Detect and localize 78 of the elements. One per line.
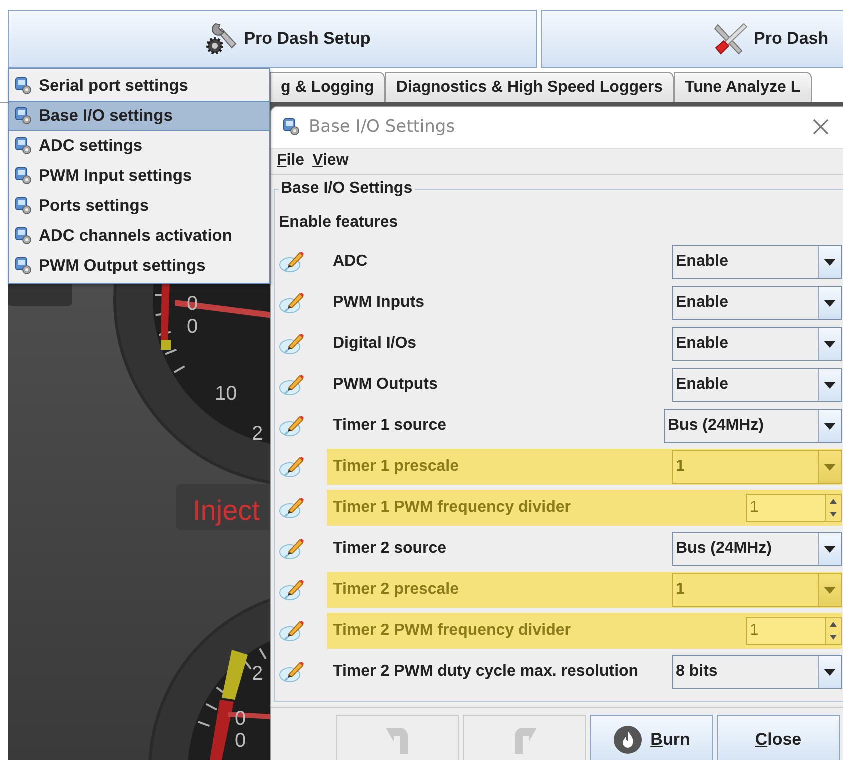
wrench-screwdriver-icon [712,21,750,57]
pencil-bubble-icon [279,373,305,397]
menu-item[interactable]: ADC settings [9,131,269,161]
dropdown[interactable]: Enable [672,327,842,361]
tab[interactable]: Diagnostics & High Speed Loggers [385,72,674,102]
pencil-bubble-icon [279,619,305,643]
burn-button[interactable]: Burn [590,715,713,760]
dropdown-arrow-icon [824,422,836,430]
settings-window-icon [15,167,33,185]
tab[interactable]: g & Logging [270,72,386,102]
menu-item[interactable]: Base I/O settings [9,101,269,131]
dropdown[interactable]: 8 bits [672,655,842,689]
setting-label: Timer 2 PWM duty cycle max. resolution [333,663,640,681]
spinner-field[interactable]: 1 [746,617,842,645]
window-title: Base I/O Settings [309,117,456,138]
settings-window-icon [15,107,33,125]
toolbar-button[interactable]: Pro Dash [541,10,843,68]
gauge-label: 10 [215,383,238,405]
settings-window-icon [15,137,33,155]
close-button[interactable]: Close [717,715,840,760]
settings-window-icon [283,118,301,136]
dropdown-arrow-icon [824,258,836,266]
menu-item[interactable]: File [277,152,305,170]
dropdown[interactable]: Enable [672,286,842,320]
dropdown[interactable]: Enable [672,245,842,279]
dashboard-panel [8,282,72,306]
pencil-bubble-icon [279,291,305,315]
pencil-bubble-icon [279,332,305,356]
pencil-bubble-icon [279,455,305,479]
toolbar-button[interactable]: Pro Dash Setup [8,10,537,68]
dropdown[interactable]: Bus (24MHz) [664,409,842,443]
menu-item[interactable]: Serial port settings [9,71,269,101]
setting-label: Timer 2 prescale [333,581,460,599]
pencil-bubble-icon [279,537,305,561]
dropdown[interactable]: Enable [672,368,842,402]
pencil-bubble-icon [279,660,305,684]
gauge-label: 0 [187,316,198,338]
setting-label: PWM Outputs [333,376,439,394]
gauge-label: 0 [235,730,246,752]
menu-item[interactable]: Ports settings [9,191,269,221]
dropdown-arrow-icon [824,340,836,348]
dropdown[interactable]: Bus (24MHz) [672,532,842,566]
settings-window-icon [15,77,33,95]
menu-item[interactable]: ADC channels activation [9,221,269,251]
setting-label: Timer 1 source [333,417,448,435]
pencil-bubble-icon [279,578,305,602]
dropdown-arrow-icon [824,546,836,552]
setting-label: Digital I/Os [333,335,418,353]
gauge-label: 2 [252,663,264,685]
close-icon[interactable] [813,119,829,136]
dropdown-arrow-icon [824,668,836,676]
dropdown-arrow-icon [824,382,836,388]
setting-label: Timer 2 PWM frequency divider [333,622,572,640]
gauge-label: 2 [252,423,264,445]
setting-label: Timer 1 prescale [333,458,460,476]
setting-label: Timer 2 source [333,540,448,558]
dropdown-arrow-icon [824,464,836,470]
settings-window-icon [15,227,33,245]
flame-icon [612,725,643,755]
menu-item[interactable]: PWM Output settings [9,251,269,281]
section-heading: Enable features [278,214,400,233]
pencil-bubble-icon [279,414,305,438]
dropdown-arrow-icon [824,300,836,306]
pencil-bubble-icon [279,250,305,274]
setting-label: Timer 1 PWM frequency divider [333,499,572,517]
menu-item[interactable]: View [312,152,349,170]
gauge-scale-band [161,282,171,350]
group-title: Base I/O Settings [279,180,415,198]
indicator-label: Inject [193,495,260,526]
pencil-bubble-icon [279,496,305,520]
settings-window-icon [15,257,33,275]
menu-item[interactable]: PWM Input settings [9,161,269,191]
spinner-field[interactable]: 1 [746,494,842,522]
tab[interactable]: Tune Analyze L [674,72,812,102]
setting-label: PWM Inputs [333,294,426,312]
dropdown-arrow-icon [824,586,836,594]
setting-label: ADC [333,253,369,271]
settings-window-icon [15,197,33,215]
